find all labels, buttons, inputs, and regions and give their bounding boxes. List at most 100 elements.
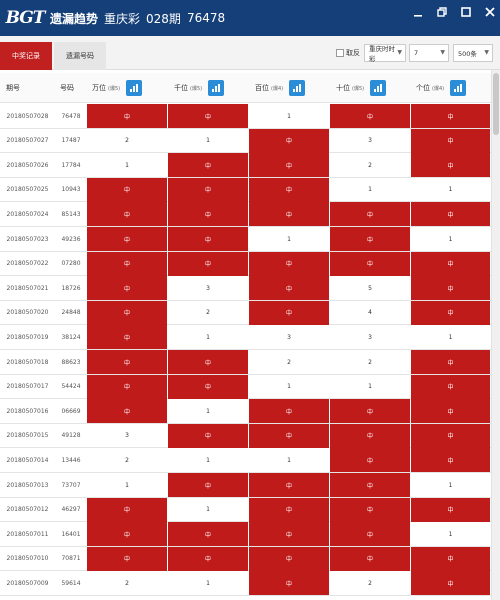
miss-cell: 1 xyxy=(206,506,210,514)
hit-cell: 中 xyxy=(249,473,329,497)
miss-cell: 3 xyxy=(368,137,372,145)
hit-cell: 中 xyxy=(411,448,490,473)
hit-cell: 中 xyxy=(411,300,490,325)
table-header: 期号 号码 万位 (爆5) 千位 (爆5) 百位 (爆4) 十位 (爆5) 个位… xyxy=(0,73,491,103)
hit-cell: 中 xyxy=(411,202,490,227)
vertical-scrollbar[interactable] xyxy=(491,70,500,600)
reverse-label: 取反 xyxy=(346,49,360,57)
count-select[interactable]: 7 ▼ xyxy=(409,44,449,62)
toolbar: 中奖记录 遗漏号码 取反 重庆时时彩 ▼ 7 ▼ 500条 ▼ xyxy=(0,36,500,70)
hit-cell: 中 xyxy=(87,350,167,374)
hit-cell: 中 xyxy=(330,202,410,227)
maximize-icon[interactable] xyxy=(460,6,472,18)
hit-cell: 中 xyxy=(168,350,248,374)
miss-cell: 2 xyxy=(206,309,210,317)
lottery-select[interactable]: 重庆时时彩 ▼ xyxy=(364,44,406,63)
table-row: 20180507028 76478 中中 1 中中 xyxy=(0,104,491,129)
table-row: 20180507019 38124 中 1 3 3 1 xyxy=(0,325,491,350)
header-shi-sub: (爆5) xyxy=(352,85,365,92)
miss-cell: 1 xyxy=(206,579,210,587)
period-cell: 20180507010 xyxy=(6,555,49,563)
miss-cell: 1 xyxy=(287,235,291,243)
tab-missing-numbers[interactable]: 遗漏号码 xyxy=(54,42,106,70)
hit-cell: 中 xyxy=(249,497,329,522)
number-cell: 16401 xyxy=(61,530,81,538)
count-select-value: 7 xyxy=(414,49,419,57)
number-cell: 07280 xyxy=(61,260,81,268)
chart-icon[interactable] xyxy=(208,80,225,96)
table-row: 20180507013 73707 1 中中中 1 xyxy=(0,473,491,498)
chart-icon[interactable] xyxy=(370,80,387,96)
rows-select[interactable]: 500条 ▼ xyxy=(453,44,493,62)
header-ge-label: 个位 xyxy=(416,84,430,92)
header-bai: 百位 (爆4) xyxy=(255,73,331,103)
rows-select-value: 500条 xyxy=(458,50,477,58)
hit-cell: 中 xyxy=(330,227,410,251)
hit-cell: 中 xyxy=(330,473,410,497)
miss-cell: 1 xyxy=(287,456,291,464)
miss-cell: 1 xyxy=(125,481,129,489)
table-row: 20180507014 13446 2 1 1 中中 xyxy=(0,448,491,473)
hit-cell: 中 xyxy=(87,546,167,571)
hit-cell: 中 xyxy=(249,153,329,178)
miss-cell: 2 xyxy=(125,456,129,464)
number-cell: 54424 xyxy=(61,383,81,391)
period-cell: 20180507025 xyxy=(6,186,49,194)
header-shi: 十位 (爆5) xyxy=(336,73,412,103)
period-cell: 20180507020 xyxy=(6,309,49,317)
miss-cell: 1 xyxy=(206,456,210,464)
hit-cell: 中 xyxy=(330,251,410,276)
reverse-checkbox[interactable] xyxy=(336,49,344,57)
table-row: 20180507009 59614 2 1 中 2 中 xyxy=(0,571,491,596)
chart-icon[interactable] xyxy=(450,80,467,96)
miss-cell: 1 xyxy=(448,186,453,194)
hit-cell: 中 xyxy=(330,497,410,522)
hit-cell: 中 xyxy=(168,546,248,571)
window-controls xyxy=(412,6,496,18)
table-row: 20180507023 49236 中中 1 中 1 xyxy=(0,227,491,252)
hit-cell: 中 xyxy=(168,227,248,251)
hit-cell: 中 xyxy=(87,325,167,350)
miss-cell: 1 xyxy=(287,112,291,120)
hit-cell: 中 xyxy=(411,276,490,301)
header-wan-sub: (爆5) xyxy=(108,85,121,92)
hit-cell: 中 xyxy=(87,522,167,547)
table-row: 20180507018 88623 中中 2 2 中 xyxy=(0,350,491,375)
hit-cell: 中 xyxy=(249,522,329,547)
restore-icon[interactable] xyxy=(436,6,448,18)
minimize-icon[interactable] xyxy=(412,6,424,18)
number-cell: 88623 xyxy=(61,358,81,366)
app-name: 遗漏趋势 xyxy=(50,11,99,26)
chart-icon[interactable] xyxy=(126,80,143,96)
hit-cell: 中 xyxy=(168,251,248,276)
table-row: 20180507025 10943 中中中 1 1 xyxy=(0,177,491,203)
hit-cell: 中 xyxy=(87,276,167,301)
header-period: 期号 xyxy=(6,84,20,92)
title-bar: BGT 遗漏趋势 重庆彩 028期 76478 xyxy=(0,0,500,36)
header-ge-sub: (爆4) xyxy=(432,85,445,92)
miss-cell: 1 xyxy=(206,407,210,415)
miss-cell: 1 xyxy=(206,333,210,341)
chevron-down-icon: ▼ xyxy=(484,49,489,56)
miss-cell: 1 xyxy=(448,235,453,243)
header-wan: 万位 (爆5) xyxy=(92,73,168,103)
period-cell: 20180507016 xyxy=(6,407,49,415)
scrollbar-thumb[interactable] xyxy=(493,73,499,135)
number-cell: 76478 xyxy=(61,112,81,120)
hit-cell: 中 xyxy=(330,448,410,473)
chart-icon[interactable] xyxy=(289,80,306,96)
hit-cell: 中 xyxy=(330,423,410,448)
number-cell: 59614 xyxy=(61,579,81,587)
table-row: 20180507010 70871 中中中中中 xyxy=(0,546,491,572)
tab-win-records[interactable]: 中奖记录 xyxy=(0,42,52,70)
number-cell: 73707 xyxy=(61,481,81,489)
header-qian-label: 千位 xyxy=(174,84,188,92)
miss-cell: 3 xyxy=(287,333,291,341)
miss-cell: 2 xyxy=(125,137,129,145)
miss-cell: 2 xyxy=(287,358,291,366)
period-cell: 20180507012 xyxy=(6,506,49,514)
draw-result: 76478 xyxy=(186,11,226,25)
miss-cell: 1 xyxy=(448,333,453,341)
close-icon[interactable] xyxy=(484,6,496,18)
hit-cell: 中 xyxy=(249,571,329,596)
